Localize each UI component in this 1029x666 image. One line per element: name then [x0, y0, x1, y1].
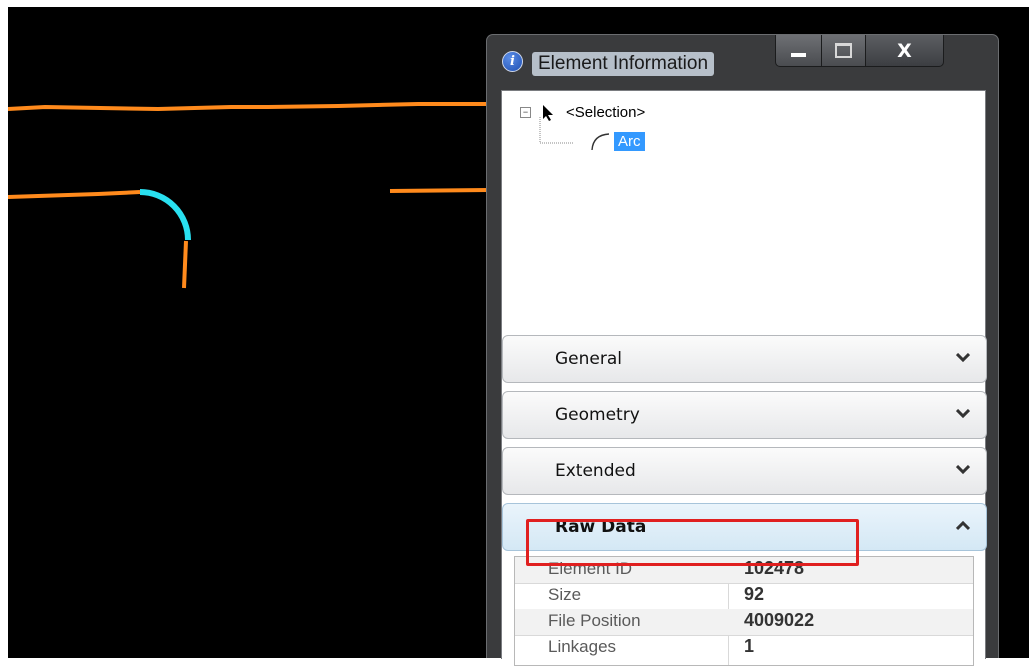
orange-line-left[interactable]	[8, 190, 141, 199]
panel-geometry-header[interactable]: Geometry	[502, 391, 987, 439]
raw-value: 92	[744, 584, 765, 604]
chevron-down-icon	[956, 353, 970, 363]
raw-data-grid: Element ID 102478 Size 92 File Position …	[514, 556, 974, 666]
orange-line-vertical[interactable]	[182, 240, 188, 289]
chevron-down-icon	[956, 465, 970, 475]
raw-value: 4009022	[744, 610, 815, 630]
raw-key: Size	[548, 585, 582, 604]
maximize-button[interactable]	[822, 35, 866, 67]
orange-line-upper[interactable]	[8, 102, 488, 112]
cursor-arrow-icon	[543, 105, 553, 121]
maximize-icon	[835, 43, 852, 58]
title-bar[interactable]: i Element Information X	[487, 35, 998, 89]
tree-item-arc[interactable]: Arc	[614, 132, 645, 151]
minimize-button[interactable]	[775, 35, 822, 67]
tree-root-label[interactable]: <Selection>	[566, 104, 645, 121]
panel-geometry-label: Geometry	[555, 405, 640, 425]
element-id-highlight-annotation	[526, 519, 859, 566]
minimize-icon	[791, 52, 806, 57]
close-button[interactable]: X	[866, 35, 944, 67]
raw-key: File Position	[548, 611, 641, 630]
selected-arc[interactable]	[139, 189, 191, 241]
panel-extended-header[interactable]: Extended	[502, 447, 987, 495]
panel-general-label: General	[555, 349, 622, 369]
orange-line-right[interactable]	[389, 188, 489, 193]
raw-row-size[interactable]: Size 92	[515, 583, 973, 610]
info-panels: General Geometry Extended Raw Data Eleme…	[502, 298, 987, 666]
chevron-down-icon	[956, 409, 970, 419]
raw-key: Linkages	[548, 637, 617, 656]
window-title: Element Information	[532, 52, 715, 76]
raw-row-file-position[interactable]: File Position 4009022	[515, 609, 973, 636]
raw-value: 1	[744, 636, 755, 656]
panel-extended-label: Extended	[555, 461, 636, 481]
info-icon: i	[502, 51, 523, 72]
raw-row-linkages[interactable]: Linkages 1	[515, 635, 973, 661]
close-icon: X	[897, 39, 912, 62]
arc-icon	[591, 133, 610, 151]
panel-general-header[interactable]: General	[502, 335, 987, 383]
selection-tree[interactable]: − <Selection> Arc	[502, 91, 985, 297]
chevron-up-icon	[956, 521, 970, 531]
window-client-area: − <Selection> Arc General Geometry Exten…	[501, 90, 987, 666]
window-controls: X	[775, 35, 944, 67]
